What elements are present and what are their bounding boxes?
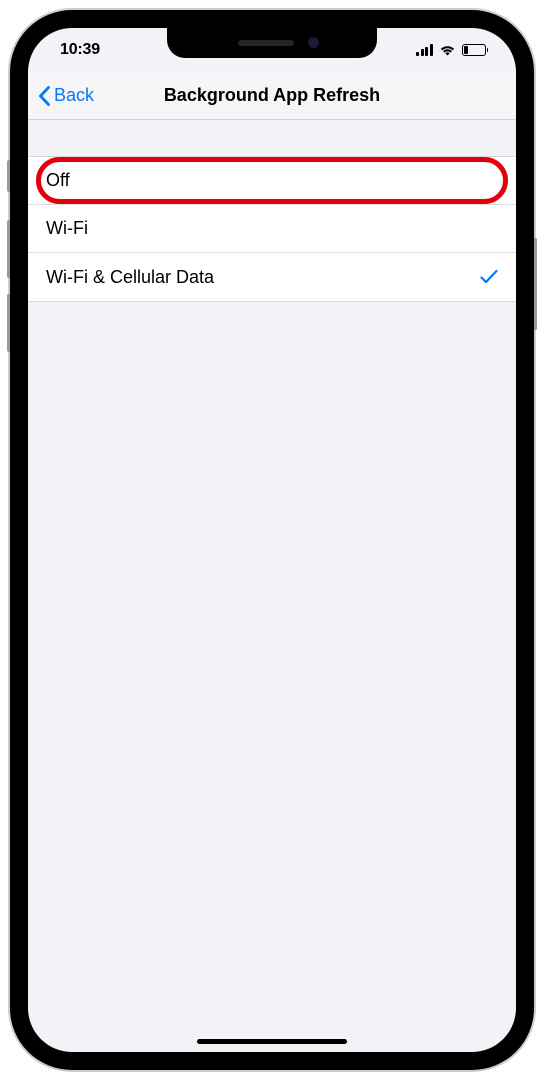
phone-frame: 10:39 (10, 10, 534, 1070)
page-title: Background App Refresh (164, 85, 380, 106)
option-wifi[interactable]: Wi-Fi (28, 205, 516, 253)
cellular-signal-icon (416, 44, 433, 56)
mute-switch (7, 160, 10, 192)
highlight-annotation (36, 157, 508, 204)
checkmark-icon (480, 269, 498, 285)
back-button[interactable]: Back (38, 85, 94, 106)
option-label: Off (46, 170, 70, 191)
option-label: Wi-Fi & Cellular Data (46, 267, 214, 288)
screen: 10:39 (28, 28, 516, 1052)
wifi-icon (439, 44, 456, 56)
chevron-left-icon (38, 86, 50, 106)
status-time: 10:39 (60, 41, 100, 59)
option-off[interactable]: Off (28, 157, 516, 205)
navigation-bar: Back Background App Refresh (28, 72, 516, 120)
option-wifi-cellular[interactable]: Wi-Fi & Cellular Data (28, 253, 516, 301)
content-area: Off Wi-Fi Wi-Fi & Cellular Data (28, 120, 516, 302)
home-indicator[interactable] (197, 1039, 347, 1044)
power-button (534, 238, 537, 330)
option-label: Wi-Fi (46, 218, 88, 239)
options-list: Off Wi-Fi Wi-Fi & Cellular Data (28, 156, 516, 302)
battery-icon (462, 44, 489, 56)
notch (167, 28, 377, 58)
back-label: Back (54, 85, 94, 106)
volume-down-button (7, 294, 10, 352)
status-icons (416, 44, 488, 56)
volume-up-button (7, 220, 10, 278)
